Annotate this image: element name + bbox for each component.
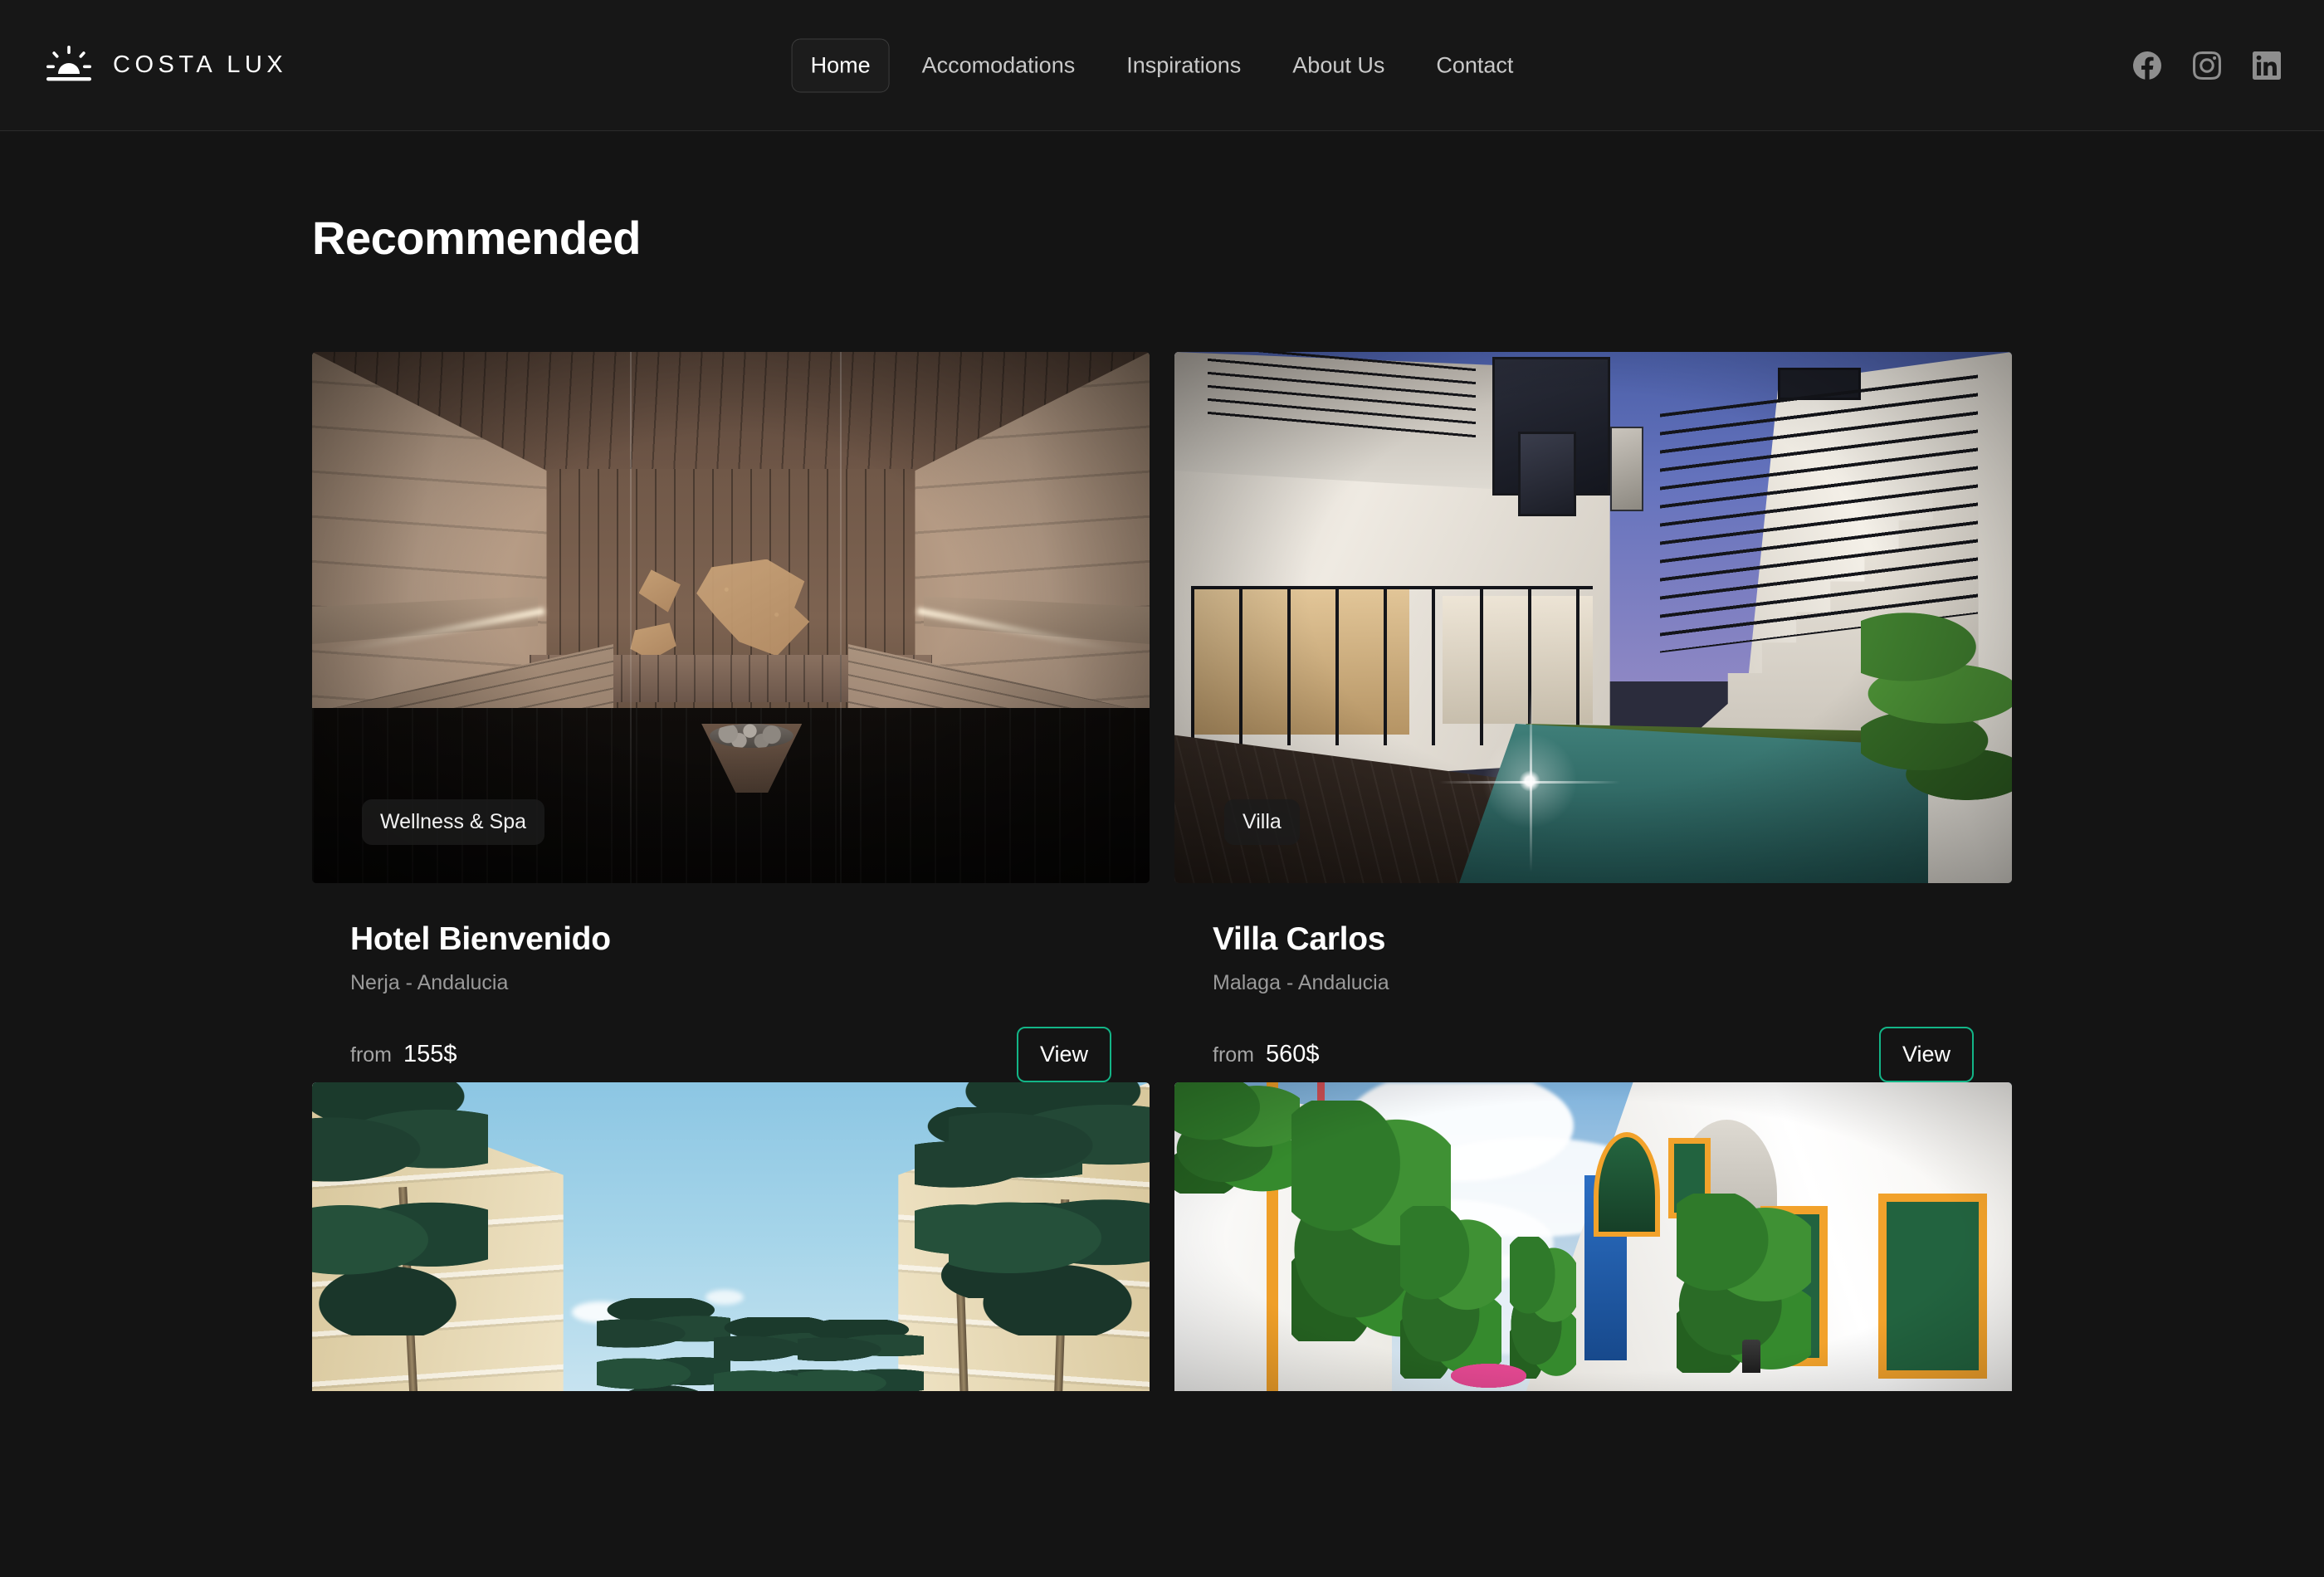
card-body: Hotel Bienvenido Nerja - Andalucia from … [312,883,1150,1082]
card-body: Villa Carlos Malaga - Andalucia from 560… [1174,883,2012,1082]
nav-item-home[interactable]: Home [791,38,890,92]
accommodation-card[interactable]: Villa Villa Carlos Malaga - Andalucia fr… [1174,352,2012,1082]
price-block: from 560$ [1213,1041,1320,1068]
price-from-label: from [350,1043,392,1067]
nav-item-accomodations[interactable]: Accomodations [903,38,1095,92]
nav-item-contact[interactable]: Contact [1417,38,1532,92]
instagram-icon[interactable] [2193,51,2221,80]
villa-photo [1174,352,2012,883]
category-badge: Wellness & Spa [362,799,545,845]
card-location: Nerja - Andalucia [350,971,509,994]
accommodation-card[interactable]: Wellness & Spa Hotel Bienvenido Nerja - … [312,352,1150,1082]
brand-name: COSTA LUX [113,51,288,78]
card-image-sauna-interior[interactable]: Wellness & Spa [312,352,1150,883]
social-links [2133,51,2281,80]
card-title: Villa Carlos [1213,921,1386,957]
price-block: from 155$ [350,1041,457,1068]
recommended-grid: Wellness & Spa Hotel Bienvenido Nerja - … [312,352,2012,1391]
sunrise-icon [43,44,95,87]
street-photo [1174,1082,2012,1391]
main-nav: Home Accomodations Inspirations About Us… [791,38,1533,92]
view-button[interactable]: View [1016,1027,1111,1082]
accommodation-card[interactable] [1174,1082,2012,1391]
card-footer: from 560$ View [1213,1027,1974,1082]
page-title: Recommended [312,212,641,264]
site-header: COSTA LUX Home Accomodations Inspiration… [0,0,2324,131]
card-footer: from 155$ View [350,1027,1111,1082]
card-image-palm-trees[interactable] [312,1082,1150,1391]
card-image-spanish-street[interactable] [1174,1082,2012,1391]
linkedin-icon[interactable] [2253,51,2281,80]
facebook-icon[interactable] [2133,51,2161,80]
accommodation-card[interactable] [312,1082,1150,1391]
card-location: Malaga - Andalucia [1213,971,1389,994]
brand-logo[interactable]: COSTA LUX [43,44,287,87]
card-image-villa-with-pool[interactable]: Villa [1174,352,2012,883]
price-value: 560$ [1266,1041,1320,1067]
card-title: Hotel Bienvenido [350,921,611,957]
category-badge: Villa [1224,799,1300,845]
price-value: 155$ [403,1041,457,1067]
main-content: Recommended Wellness & Spa Hotel Bienven… [0,211,2324,1391]
palms-photo [312,1082,1150,1391]
nav-item-about-us[interactable]: About Us [1273,38,1404,92]
view-button[interactable]: View [1878,1027,1974,1082]
nav-item-inspirations[interactable]: Inspirations [1107,38,1260,92]
price-from-label: from [1213,1043,1254,1067]
